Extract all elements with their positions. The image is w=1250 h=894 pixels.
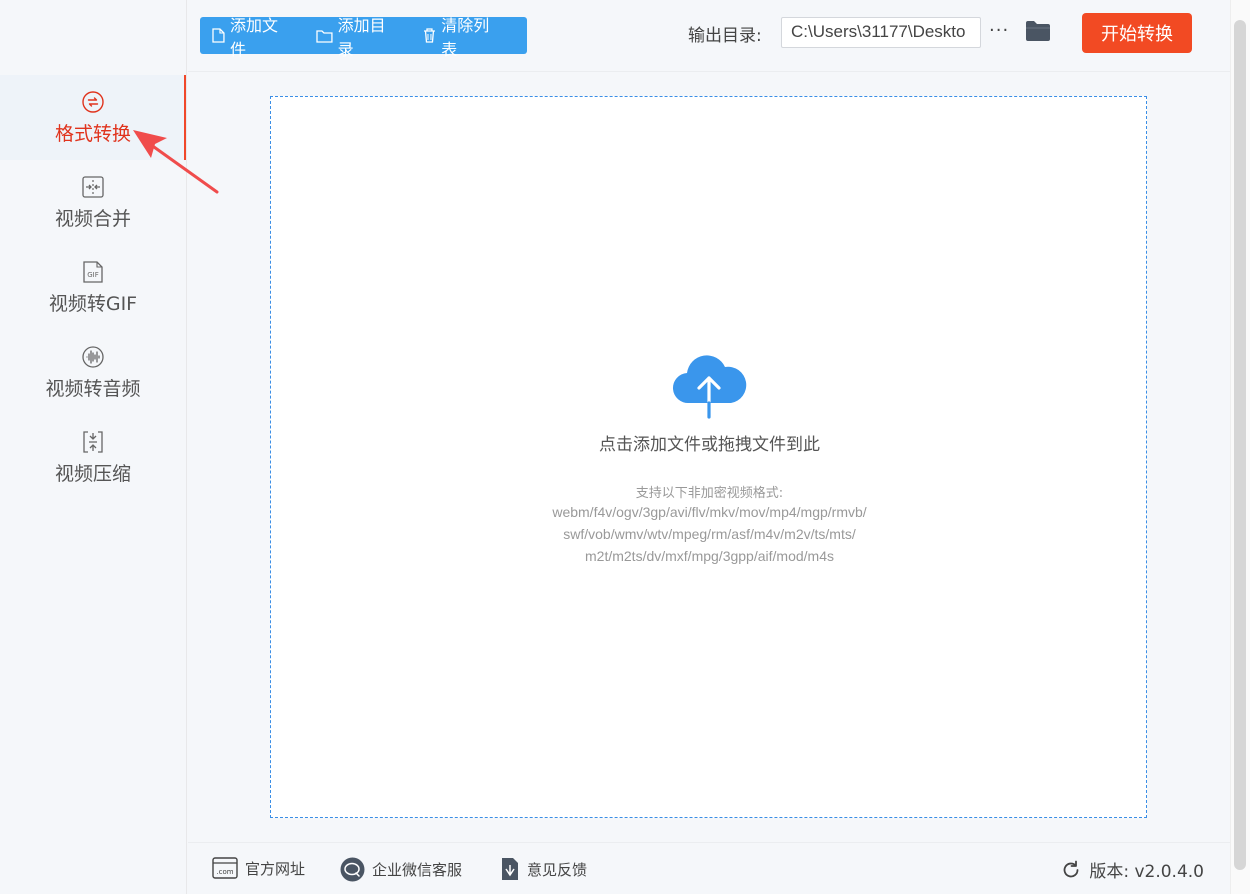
official-website-label: 官方网址 [245,859,306,878]
add-file-label: 添加文件 [229,15,278,59]
audio-wave-icon [80,344,106,370]
compress-icon [80,429,106,455]
convert-icon [80,89,106,115]
file-dropzone[interactable]: 点击添加文件或拖拽文件到此 支持以下非加密视频格式: webm/f4v/ogv/… [270,96,1147,818]
formats-line: webm/f4v/ogv/3gp/avi/flv/mkv/mov/mp4/mgp… [552,504,867,520]
sidebar-item-label: 视频转音频 [45,378,141,400]
sidebar-item-video-to-audio[interactable]: 视频转音频 [0,330,186,415]
footer: .com 官方网址 企业微信客服 意见反馈 版本: v2.0.4.0 [188,842,1230,894]
version-label: 版本: v2.0.4.0 [1089,862,1204,882]
sidebar-item-video-compress[interactable]: 视频压缩 [0,415,186,500]
feedback-link[interactable]: 意见反馈 [500,857,587,881]
toolbar: 添加文件 添加目录 清除列表 输出目录: C:\Users\31177\Desk… [188,0,1230,72]
add-directory-button[interactable]: 添加目录 [316,12,402,60]
official-website-link[interactable]: .com 官方网址 [212,857,305,879]
formats-title: 支持以下非加密视频格式: [635,486,784,501]
gif-icon-text: GIF [87,271,99,279]
sidebar-item-label: 格式转换 [54,123,131,145]
more-options-button[interactable]: ··· [989,20,1009,41]
cloud-upload-icon [672,355,747,419]
trash-icon [424,28,436,43]
sidebar-item-label: 视频合并 [54,208,131,230]
website-icon: .com [212,857,238,879]
feedback-label: 意见反馈 [527,860,588,879]
add-directory-label: 添加目录 [337,15,386,59]
folder-outline-icon [316,29,333,43]
output-dir-label: 输出目录: [688,26,762,46]
formats-line: swf/vob/wmv/wtv/mpeg/rm/asf/m4v/m2v/ts/m… [563,526,856,542]
main-area: 点击添加文件或拖拽文件到此 支持以下非加密视频格式: webm/f4v/ogv/… [188,72,1230,842]
sidebar: 格式转换 视频合并 GIF 视频转GIF 视频转音频 视频压缩 [0,0,187,894]
start-convert-button[interactable]: 开始转换 [1082,13,1192,53]
file-button-group: 添加文件 添加目录 清除列表 [200,16,527,59]
formats-line: m2t/m2ts/dv/mxf/mpg/3gpp/aif/mod/m4s [585,548,834,564]
clear-list-label: 清除列表 [441,15,490,59]
version-info: 版本: v2.0.4.0 [1061,857,1204,882]
sidebar-item-label: 视频压缩 [54,463,131,485]
clear-list-button[interactable]: 清除列表 [423,12,505,60]
merge-icon [80,174,106,200]
dropzone-title: 点击添加文件或拖拽文件到此 [599,435,820,455]
add-file-button[interactable]: 添加文件 [212,12,294,60]
sidebar-item-format-convert[interactable]: 格式转换 [0,75,186,160]
wechat-icon [340,857,365,882]
wechat-service-link[interactable]: 企业微信客服 [340,857,462,882]
feedback-icon [502,858,518,880]
file-icon [212,28,225,43]
sidebar-item-label: 视频转GIF [48,293,138,315]
open-folder-button[interactable] [1025,20,1051,46]
output-path-input[interactable]: C:\Users\31177\Deskto [781,17,981,48]
website-icon-text: .com [216,868,233,876]
refresh-icon [1063,860,1079,877]
folder-icon [1026,21,1050,41]
scrollbar-thumb[interactable] [1234,20,1246,870]
sidebar-item-video-to-gif[interactable]: GIF 视频转GIF [0,245,186,330]
gif-file-icon: GIF [80,259,106,285]
sidebar-item-video-merge[interactable]: 视频合并 [0,160,186,245]
wechat-service-label: 企业微信客服 [372,861,463,879]
